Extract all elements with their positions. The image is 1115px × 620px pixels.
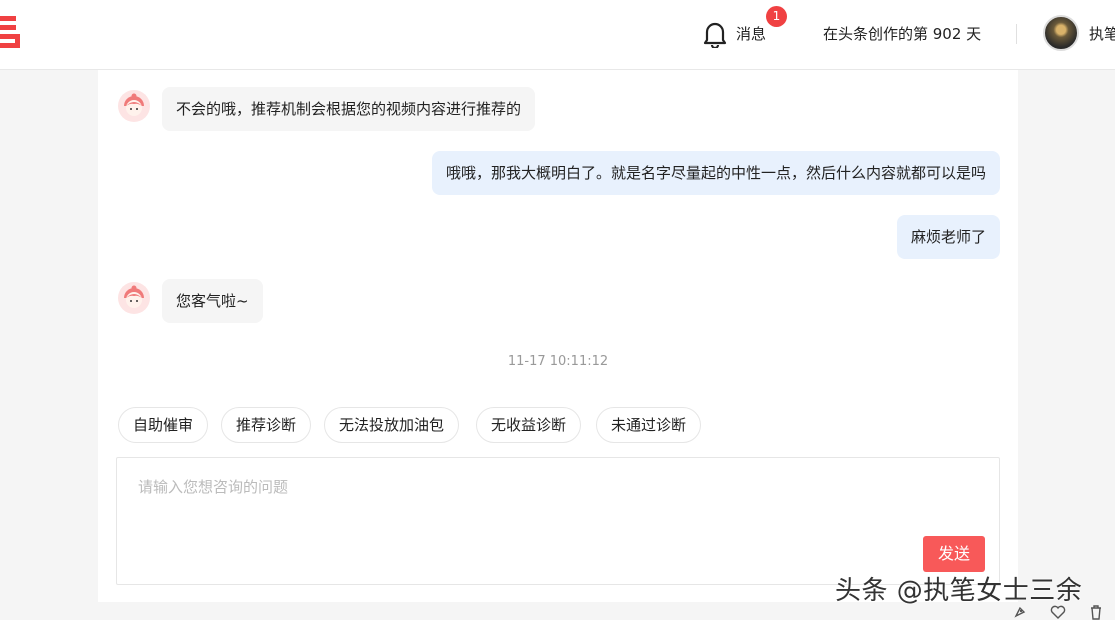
bell-icon[interactable] bbox=[702, 20, 728, 48]
quick-reply-self-review[interactable]: 自助催审 bbox=[118, 407, 209, 443]
avatar[interactable] bbox=[1043, 15, 1079, 51]
top-header: 消息 1 在头条创作的第 902 天 执笔 bbox=[0, 0, 1115, 70]
send-button[interactable]: 发送 bbox=[923, 536, 985, 572]
message-timestamp: 11-17 10:11:12 bbox=[507, 354, 609, 369]
question-input[interactable] bbox=[117, 458, 999, 584]
chat-panel: 不会的哦，推荐机制会根据您的视频内容进行推荐的 哦哦，那我大概明白了。就是名字尽… bbox=[98, 70, 1018, 602]
quick-reply-rejected-diagnosis[interactable]: 未通过诊断 bbox=[596, 407, 702, 443]
bot-avatar-icon bbox=[118, 282, 150, 314]
quick-reply-boost-pack[interactable]: 无法投放加油包 bbox=[324, 407, 460, 443]
trash-icon[interactable] bbox=[1088, 604, 1104, 620]
question-input-box bbox=[116, 457, 1000, 585]
creation-days-text: 在头条创作的第 902 天 bbox=[823, 25, 982, 43]
username-link[interactable]: 执笔 bbox=[1089, 23, 1115, 44]
watermark: 头条 @执笔女士三余 bbox=[835, 576, 1083, 606]
messages-link[interactable]: 消息 bbox=[736, 23, 766, 44]
logo-icon[interactable] bbox=[0, 16, 22, 50]
quick-reply-no-revenue[interactable]: 无收益诊断 bbox=[476, 407, 582, 443]
bot-avatar-icon bbox=[118, 90, 150, 122]
user-message: 麻烦老师了 bbox=[896, 215, 1000, 259]
quick-reply-recommend-diagnosis[interactable]: 推荐诊断 bbox=[221, 407, 312, 443]
user-message: 哦哦，那我大概明白了。就是名字尽量起的中性一点，然后什么内容就都可以是吗 bbox=[431, 151, 1000, 195]
messages-badge: 1 bbox=[766, 6, 787, 27]
bot-message: 您客气啦~ bbox=[162, 279, 263, 323]
bot-message: 不会的哦，推荐机制会根据您的视频内容进行推荐的 bbox=[162, 87, 536, 131]
header-divider bbox=[1016, 24, 1017, 44]
